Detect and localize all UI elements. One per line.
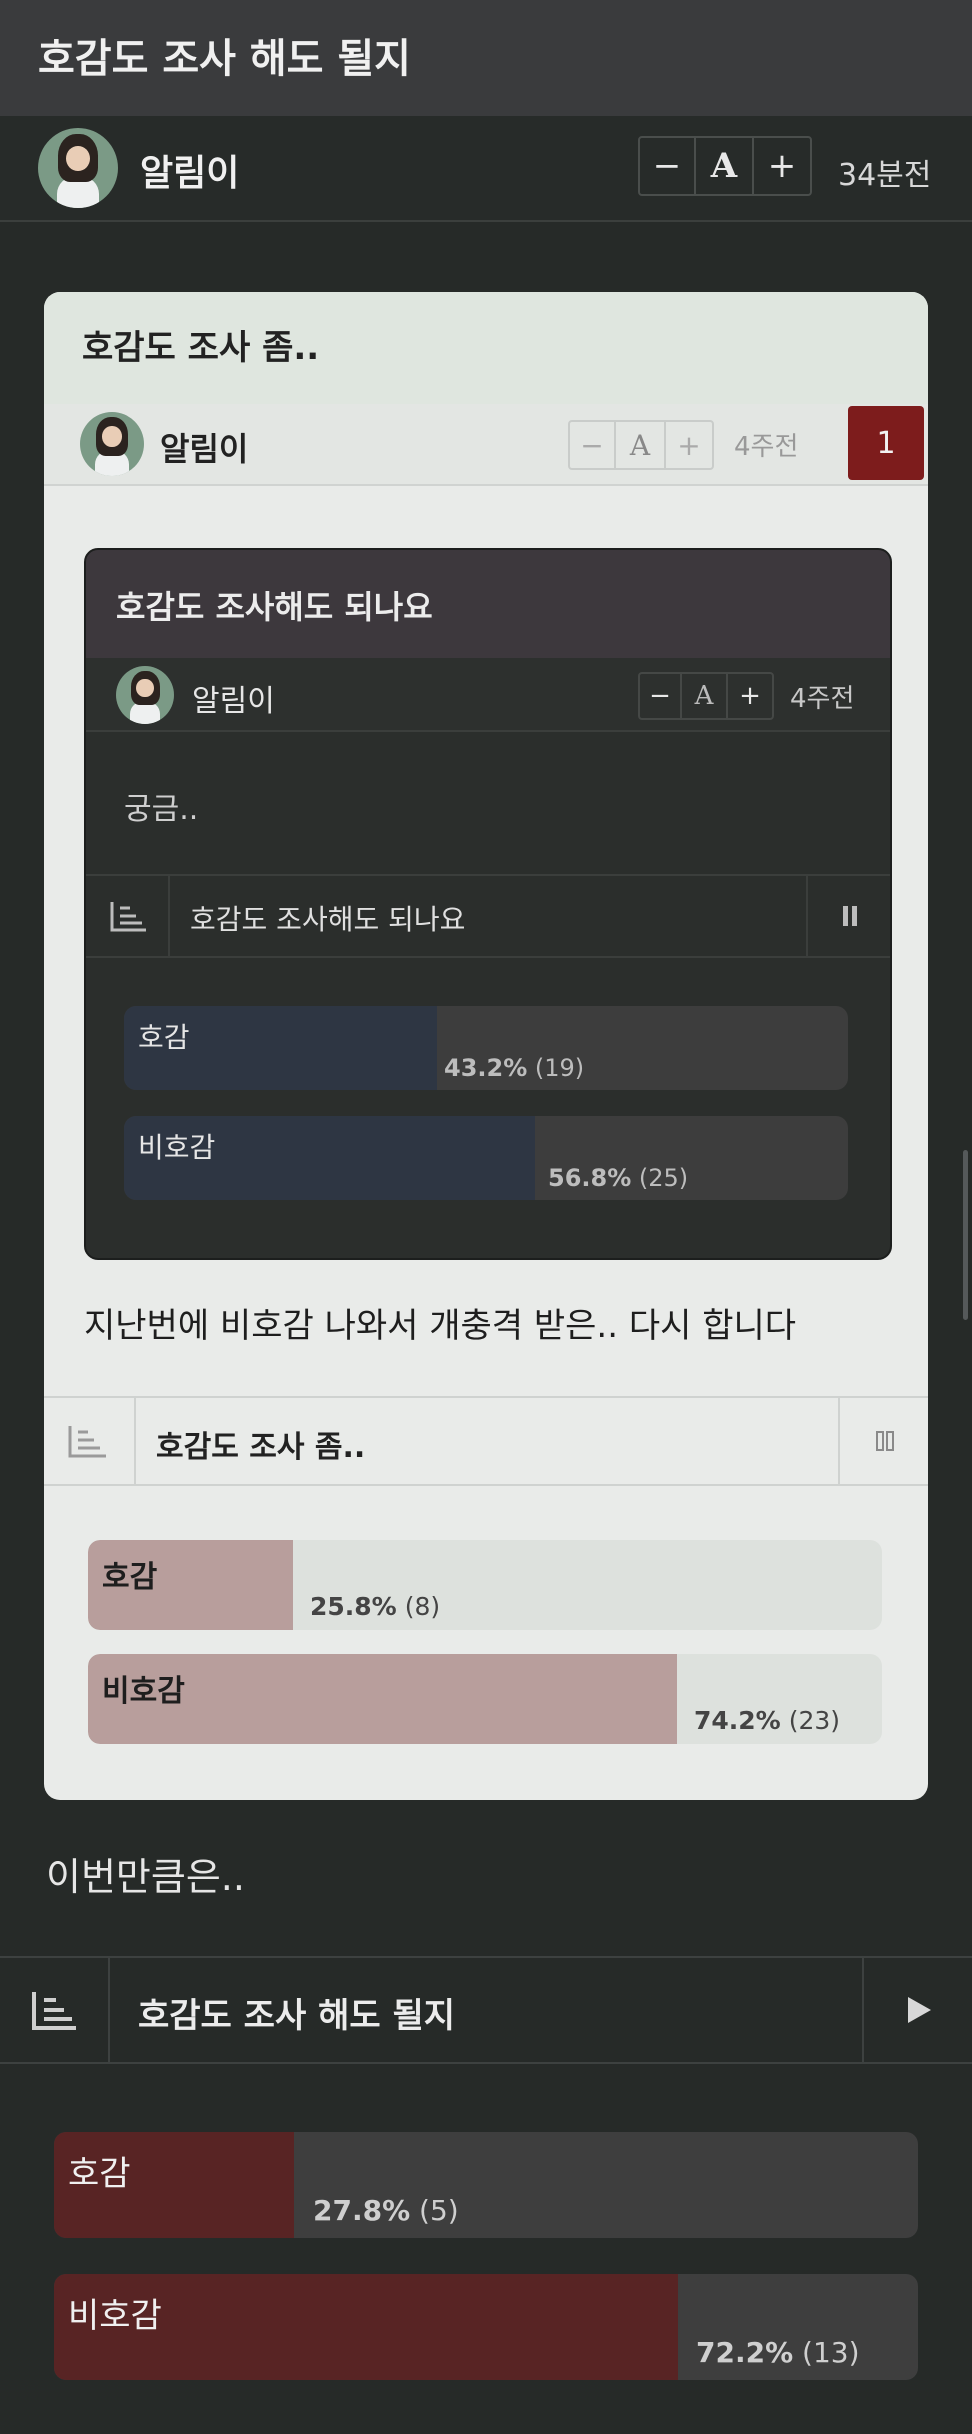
poll-option[interactable]: 비호감 72.2% (13) bbox=[54, 2274, 918, 2380]
inner-poll-option: 비호감 56.8% (25) bbox=[124, 1116, 848, 1200]
avatar[interactable] bbox=[38, 128, 118, 208]
author-bar: 알림이 − A + 34분전 bbox=[0, 116, 972, 222]
card-author-name: 알림이 bbox=[160, 430, 249, 468]
font-increase-button[interactable]: + bbox=[754, 138, 810, 194]
title-bar: 호감도 조사 해도 될지 bbox=[0, 0, 972, 116]
card-author-bar: 알림이 − A + 4주전 1 bbox=[44, 404, 928, 486]
card-font-reset: A bbox=[616, 422, 666, 468]
card-body-text: 지난번에 비호감 나와서 개충격 받은.. 다시 합니다 bbox=[84, 1306, 797, 1346]
card-poll-title: 호감도 조사 좀.. bbox=[156, 1430, 366, 1465]
inner-font-increase: + bbox=[739, 681, 761, 711]
card-title: 호감도 조사 좀.. bbox=[82, 328, 320, 368]
card-badge: 1 bbox=[848, 406, 924, 480]
card-title-bar: 호감도 조사 좀.. bbox=[44, 292, 928, 404]
card-font-decrease: − bbox=[570, 422, 616, 468]
inner-poll-chart-icon bbox=[86, 876, 170, 956]
author-name[interactable]: 알림이 bbox=[140, 144, 239, 196]
font-size-control: − A + bbox=[638, 136, 812, 196]
inner-poll-option-result: 56.8% (25) bbox=[548, 1164, 689, 1192]
inner-poll-title: 호감도 조사해도 되나요 bbox=[190, 903, 466, 936]
nested-screenshot: 호감도 조사해도 되나요 알림이 − A + 4주전 궁금.. 호감도 조사해도… bbox=[84, 548, 892, 1260]
card-poll-header: 호감도 조사 좀.. bbox=[44, 1396, 928, 1486]
inner-poll-header: 호감도 조사해도 되나요 bbox=[86, 874, 890, 958]
card-poll-option: 비호감 74.2% (23) bbox=[88, 1654, 882, 1744]
play-icon bbox=[908, 1997, 931, 2023]
inner-poll-option-label: 호감 bbox=[138, 1021, 190, 1054]
card-poll-option: 호감 25.8% (8) bbox=[88, 1540, 882, 1630]
page-title: 호감도 조사 해도 될지 bbox=[38, 36, 411, 82]
font-decrease-button[interactable]: − bbox=[640, 138, 696, 194]
card-poll-option-label: 호감 bbox=[102, 1560, 158, 1595]
scrollbar-thumb[interactable] bbox=[963, 1150, 968, 1320]
card-poll-option-result: 25.8% (8) bbox=[310, 1592, 441, 1621]
inner-poll-option-label: 비호감 bbox=[138, 1131, 216, 1164]
card-avatar bbox=[80, 412, 144, 476]
post-body-text: 이번만큼은.. bbox=[46, 1855, 245, 1899]
poll-header: 호감도 조사 해도 될지 bbox=[0, 1956, 972, 2064]
inner-font-size-control: − A + bbox=[638, 672, 774, 720]
poll-chart-icon bbox=[0, 1958, 110, 2062]
inner-poll-option: 호감 43.2% (19) bbox=[124, 1006, 848, 1090]
poll-title: 호감도 조사 해도 될지 bbox=[138, 1996, 456, 2036]
inner-avatar bbox=[116, 666, 174, 724]
poll-option-result: 72.2% (13) bbox=[696, 2336, 860, 2369]
card-poll-option-label: 비호감 bbox=[102, 1674, 185, 1709]
poll-option-result: 27.8% (5) bbox=[313, 2194, 459, 2227]
inner-title-bar: 호감도 조사해도 되나요 bbox=[86, 550, 890, 658]
poll-option-label: 호감 bbox=[68, 2154, 131, 2194]
inner-poll-option-result: 43.2% (19) bbox=[444, 1054, 585, 1082]
inner-body-text: 궁금.. bbox=[124, 792, 199, 827]
card-font-increase: + bbox=[677, 428, 701, 462]
card-poll-pause-icon bbox=[838, 1398, 930, 1484]
poll-play-button[interactable] bbox=[862, 1958, 972, 2062]
post-time: 34분전 bbox=[838, 158, 932, 193]
card-font-size-control: − A + bbox=[568, 420, 714, 470]
inner-poll-pause-icon bbox=[806, 876, 890, 956]
inner-title: 호감도 조사해도 되나요 bbox=[116, 588, 433, 626]
inner-author-bar: 알림이 − A + 4주전 bbox=[86, 658, 890, 732]
inner-font-decrease: − bbox=[640, 674, 682, 718]
card-poll-option-result: 74.2% (23) bbox=[694, 1706, 841, 1735]
card-time: 4주전 bbox=[734, 432, 799, 462]
poll-option-label: 비호감 bbox=[68, 2296, 162, 2336]
inner-author-name: 알림이 bbox=[192, 684, 275, 719]
font-reset-button[interactable]: A bbox=[696, 138, 754, 194]
inner-time: 4주전 bbox=[790, 684, 855, 714]
card-poll-chart-icon bbox=[44, 1398, 136, 1484]
poll-option[interactable]: 호감 27.8% (5) bbox=[54, 2132, 918, 2238]
inner-font-reset: A bbox=[682, 674, 728, 718]
